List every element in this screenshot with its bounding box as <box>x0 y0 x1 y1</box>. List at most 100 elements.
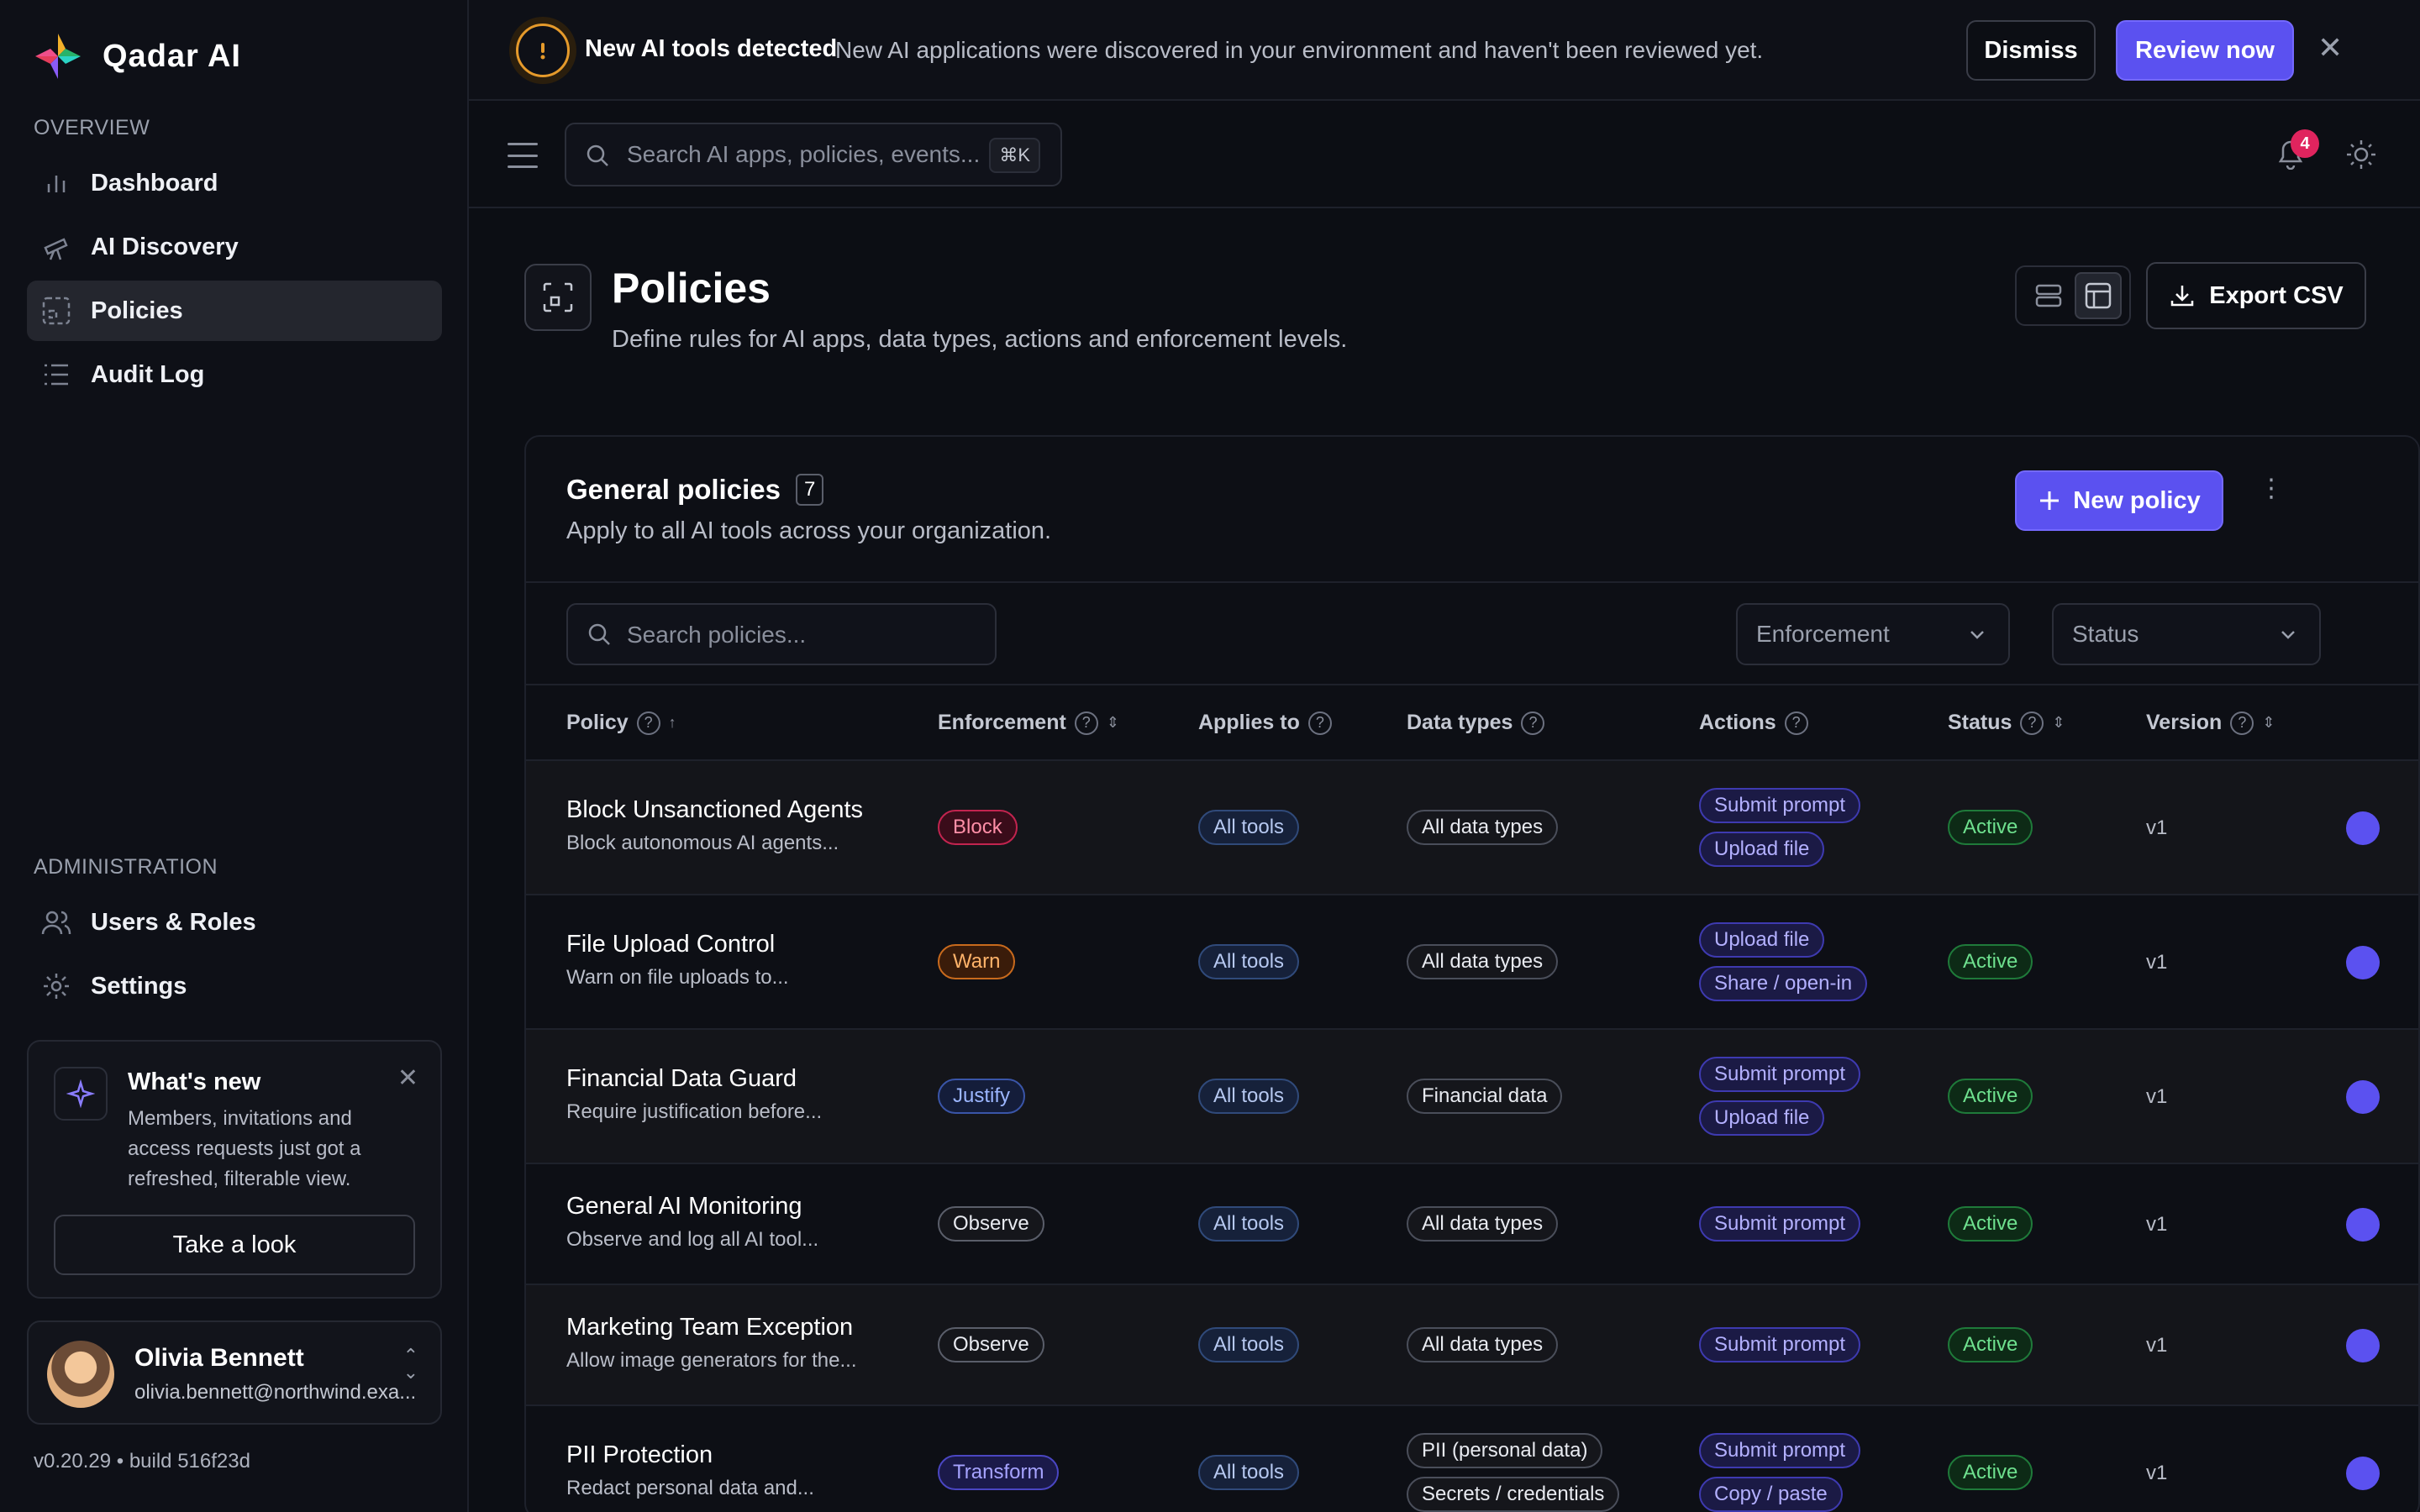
action-badge: Upload file <box>1699 832 1825 867</box>
column-header-applies-to[interactable]: Applies to? <box>1198 711 1332 735</box>
sidebar-item-ai-discovery[interactable]: AI Discovery <box>27 217 442 277</box>
sidebar-item-label: Policies <box>91 297 183 324</box>
sidebar-item-users-roles[interactable]: Users & Roles <box>27 892 442 953</box>
policy-toggle[interactable] <box>2346 1457 2380 1490</box>
banner-text: New AI applications were discovered in y… <box>835 37 1764 63</box>
column-header-actions[interactable]: Actions? <box>1699 711 1808 735</box>
list-view-icon[interactable] <box>2025 272 2072 319</box>
policy-toggle[interactable] <box>2346 1080 2380 1114</box>
version-value: v1 <box>2146 1462 2168 1484</box>
column-header-enforcement[interactable]: Enforcement? ⇕ <box>938 711 1119 735</box>
global-search-input[interactable]: Search AI apps, policies, events... ⌘K <box>565 123 1062 186</box>
enforcement-badge: Warn <box>938 944 1016 979</box>
column-header-status[interactable]: Status? ⇕ <box>1948 711 2065 735</box>
data-type-badge: All data types <box>1407 1327 1559 1362</box>
search-placeholder: Search AI apps, policies, events... <box>627 141 981 167</box>
status-badge: Active <box>1948 1455 2033 1490</box>
dismiss-button[interactable]: Dismiss <box>1966 20 2096 81</box>
policy-description: Require justification before... <box>566 1100 823 1123</box>
more-options-icon[interactable]: ⋮ <box>2259 476 2284 501</box>
help-icon[interactable]: ? <box>1521 711 1545 735</box>
policy-search-input[interactable]: Search policies... <box>566 603 997 665</box>
policy-name[interactable]: Block Unsanctioned Agents <box>566 796 863 824</box>
sort-icon[interactable]: ⇕ <box>1107 714 1119 732</box>
chevron-down-icon <box>1970 631 1984 639</box>
sort-icon[interactable]: ⇕ <box>2262 714 2275 732</box>
applies-to-badge: All tools <box>1198 944 1300 979</box>
export-label: Export CSV <box>2209 281 2344 309</box>
column-header-policy[interactable]: Policy? ↑ <box>566 711 676 735</box>
enforcement-badge: Observe <box>938 1327 1044 1362</box>
policy-description: Block autonomous AI agents... <box>566 832 839 854</box>
new-policy-button[interactable]: New policy <box>2015 470 2223 531</box>
export-csv-button[interactable]: Export CSV <box>2146 262 2366 329</box>
help-icon[interactable]: ? <box>636 711 660 735</box>
status-badge: Active <box>1948 1079 2033 1114</box>
policy-toggle[interactable] <box>2346 1208 2380 1242</box>
take-a-look-button[interactable]: Take a look <box>54 1215 415 1275</box>
table-row[interactable]: PII Protection Redact personal data and.… <box>526 1404 2418 1512</box>
list-icon <box>40 359 72 391</box>
policy-name[interactable]: File Upload Control <box>566 931 775 958</box>
menu-icon[interactable] <box>508 143 538 168</box>
card-subtitle: Apply to all AI tools across your organi… <box>566 517 1052 544</box>
sidebar-item-dashboard[interactable]: Dashboard <box>27 153 442 213</box>
sidebar-item-settings[interactable]: Settings <box>27 956 442 1016</box>
help-icon[interactable]: ? <box>1307 711 1332 735</box>
table-row[interactable]: Block Unsanctioned Agents Block autonomo… <box>526 759 2418 894</box>
action-badge: Submit prompt <box>1699 1433 1861 1468</box>
telescope-icon <box>40 231 72 263</box>
enforcement-badge: Observe <box>938 1206 1044 1242</box>
status-filter-label: Status <box>2072 621 2139 647</box>
policy-name[interactable]: Marketing Team Exception <box>566 1314 853 1341</box>
column-label: Enforcement <box>938 711 1066 734</box>
applies-to-badge: All tools <box>1198 810 1300 845</box>
policy-name[interactable]: PII Protection <box>566 1441 713 1469</box>
policy-name[interactable]: General AI Monitoring <box>566 1193 802 1221</box>
column-header-version[interactable]: Version? ⇕ <box>2146 711 2275 735</box>
table-row[interactable]: File Upload Control Warn on file uploads… <box>526 894 2418 1028</box>
divider <box>526 684 2418 685</box>
sun-icon[interactable] <box>2344 138 2378 176</box>
sort-asc-icon[interactable]: ↑ <box>669 714 676 732</box>
policy-toggle[interactable] <box>2346 1329 2380 1362</box>
policy-toggle[interactable] <box>2346 811 2380 845</box>
policy-count-badge: 7 <box>795 474 824 506</box>
sidebar-item-label: Users & Roles <box>91 908 256 936</box>
sort-icon[interactable]: ⇕ <box>2052 714 2065 732</box>
table-row[interactable]: Marketing Team Exception Allow image gen… <box>526 1284 2418 1404</box>
sidebar-item-label: Audit Log <box>91 360 205 388</box>
enforcement-filter[interactable]: Enforcement <box>1736 603 2010 665</box>
policy-name[interactable]: Financial Data Guard <box>566 1065 797 1093</box>
help-icon[interactable]: ? <box>2020 711 2044 735</box>
app-logo[interactable]: Qadar AI <box>32 30 241 82</box>
review-now-button[interactable]: Review now <box>2116 20 2294 81</box>
table-view-icon[interactable] <box>2074 272 2122 319</box>
user-menu[interactable]: Olivia Bennett olivia.bennett@northwind.… <box>27 1320 442 1425</box>
sidebar-item-policies[interactable]: Policies <box>27 281 442 341</box>
column-label: Applies to <box>1198 711 1300 734</box>
table-row[interactable]: Financial Data Guard Require justificati… <box>526 1028 2418 1163</box>
policy-toggle[interactable] <box>2346 946 2380 979</box>
policy-frame-icon <box>40 295 72 327</box>
column-header-data-types[interactable]: Data types? <box>1407 711 1545 735</box>
app-name: Qadar AI <box>103 38 241 74</box>
sidebar-item-audit-log[interactable]: Audit Log <box>27 344 442 405</box>
plus-icon <box>2040 491 2060 510</box>
help-icon[interactable]: ? <box>1074 711 1098 735</box>
help-icon[interactable]: ? <box>2230 711 2254 735</box>
action-badge: Share / open-in <box>1699 966 1868 1001</box>
action-badge: Submit prompt <box>1699 788 1861 823</box>
applies-to-badge: All tools <box>1198 1079 1300 1114</box>
column-label: Version <box>2146 711 2223 734</box>
logo-icon <box>32 30 84 82</box>
version-value: v1 <box>2146 1213 2168 1236</box>
close-icon[interactable]: ✕ <box>2317 30 2343 66</box>
status-filter[interactable]: Status <box>2052 603 2321 665</box>
help-icon[interactable]: ? <box>1784 711 1808 735</box>
avatar <box>47 1341 114 1408</box>
divider <box>526 581 2418 583</box>
action-badge: Submit prompt <box>1699 1327 1861 1362</box>
close-icon[interactable]: ✕ <box>397 1063 418 1093</box>
table-row[interactable]: General AI Monitoring Observe and log al… <box>526 1163 2418 1284</box>
